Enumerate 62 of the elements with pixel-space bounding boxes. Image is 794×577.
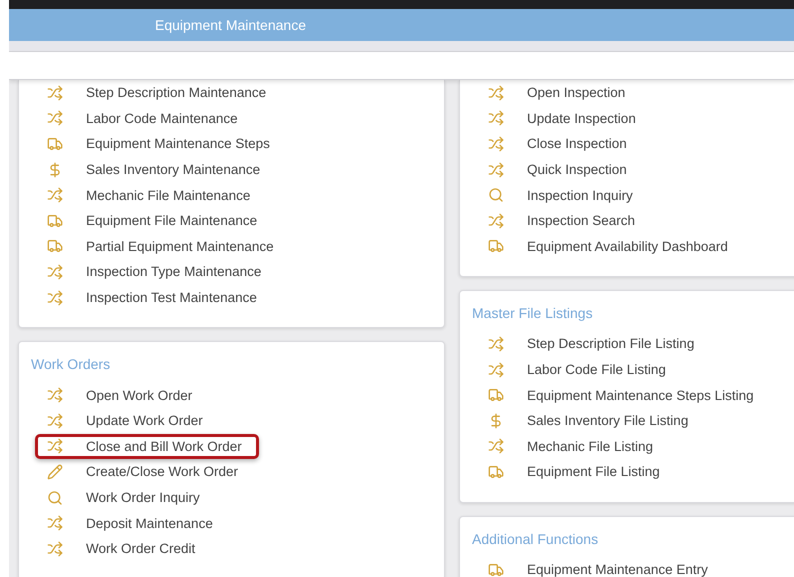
card-title: Work Orders <box>30 355 112 374</box>
menu-link[interactable]: Inspection Type Maintenance <box>35 259 278 285</box>
shuffle-icon <box>488 110 504 126</box>
menu-link[interactable]: Inspection Inquiry <box>476 182 650 208</box>
menu-link[interactable]: Work Order Inquiry <box>35 484 217 510</box>
menu-link[interactable]: Mechanic File Maintenance <box>35 182 268 208</box>
shuffle-icon <box>47 438 63 454</box>
shuffle-icon <box>47 290 63 306</box>
shuffle-icon <box>47 515 63 532</box>
menu-link[interactable]: Equipment Maintenance Steps Listing <box>476 382 771 408</box>
menu-link[interactable]: Inspection Test Maintenance <box>35 284 274 310</box>
menu-link[interactable]: Equipment File Listing <box>476 459 677 485</box>
menu-link[interactable]: Update Inspection <box>476 106 653 132</box>
menu-link[interactable]: Labor Code Maintenance <box>35 106 255 132</box>
menu-link[interactable]: Equipment Availability Dashboard <box>476 234 745 260</box>
page-title: Equipment Maintenance <box>155 17 306 33</box>
menu-link[interactable]: Deposit Maintenance <box>35 510 230 536</box>
menu-link[interactable]: Step Description Maintenance <box>35 80 284 106</box>
search-icon <box>47 490 63 506</box>
shuffle-icon <box>47 187 63 204</box>
menu-link[interactable]: Labor Code File Listing <box>476 356 683 382</box>
menu-link[interactable]: Create/Close Work Order <box>35 459 256 485</box>
truck-icon <box>488 464 504 480</box>
menu-link[interactable]: Open Inspection <box>476 80 642 106</box>
truck-icon <box>488 238 504 254</box>
card-title: Additional Functions <box>471 530 600 549</box>
menu-link[interactable]: Quick Inspection <box>476 156 644 182</box>
shuffle-icon <box>488 438 504 454</box>
shuffle-icon <box>47 387 63 404</box>
menu-link[interactable]: Close and Bill Work Order <box>35 434 259 460</box>
card-title: Master File Listings <box>471 304 594 324</box>
shuffle-icon <box>488 136 504 152</box>
shuffle-icon <box>488 336 504 352</box>
shuffle-icon <box>47 264 63 280</box>
shuffle-icon <box>488 162 504 178</box>
menu-link[interactable]: Equipment File Maintenance <box>35 208 274 234</box>
menu-link[interactable]: Update Work Order <box>35 408 220 434</box>
shuffle-icon <box>488 84 504 101</box>
menu-link[interactable]: Work Order Credit <box>35 536 212 562</box>
shuffle-icon <box>47 84 63 101</box>
truck-icon <box>47 238 63 254</box>
truck-icon <box>488 387 504 404</box>
menu-link[interactable]: Close Inspection <box>476 131 644 157</box>
search-icon <box>488 187 504 204</box>
shuffle-icon <box>47 110 63 126</box>
shuffle-icon <box>488 212 504 229</box>
shuffle-icon <box>47 540 63 557</box>
menu-link[interactable]: Equipment Maintenance Steps <box>35 131 287 157</box>
menu-link[interactable]: Step Description File Listing <box>476 331 712 357</box>
menu-link[interactable]: Partial Equipment Maintenance <box>35 234 291 260</box>
pencil-icon <box>47 464 63 480</box>
menu-link[interactable]: Sales Inventory File Listing <box>476 408 706 434</box>
shuffle-icon <box>47 412 63 429</box>
menu-link[interactable]: Mechanic File Listing <box>476 434 670 460</box>
shuffle-icon <box>488 362 504 378</box>
truck-icon <box>47 136 63 152</box>
truck-icon <box>47 212 63 229</box>
truck-icon <box>488 562 504 577</box>
menu-link[interactable]: Inspection Search <box>476 208 652 234</box>
menu-link[interactable]: Equipment Maintenance Entry <box>476 556 725 577</box>
menu-link[interactable]: Open Work Order <box>35 382 210 408</box>
menu-link[interactable]: Sales Inventory Maintenance <box>35 156 278 182</box>
